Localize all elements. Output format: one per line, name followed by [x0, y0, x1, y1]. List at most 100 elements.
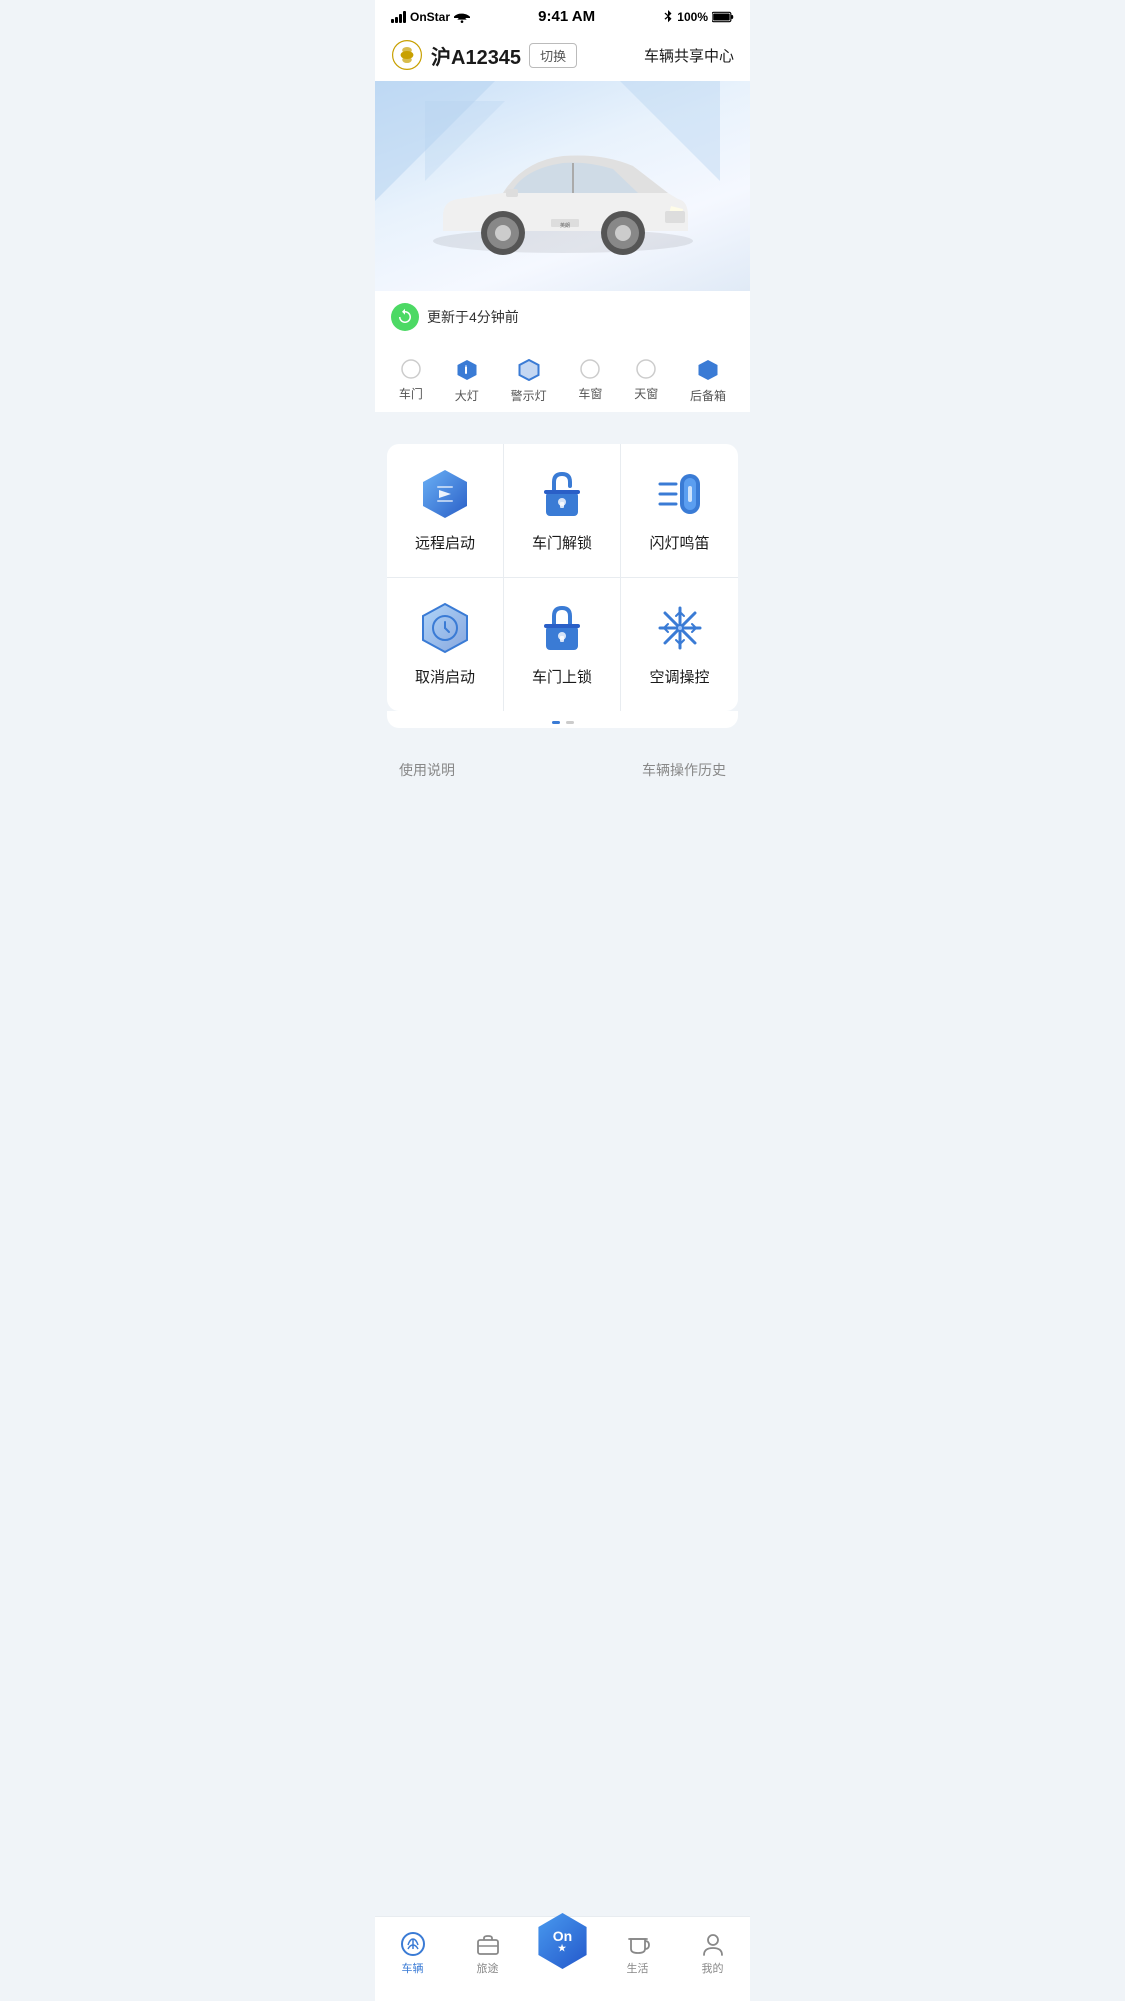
nav-item-onstar[interactable]: On ★	[525, 1913, 600, 1969]
status-indicators: 车门 大灯 警示灯 车窗	[375, 343, 750, 412]
life-nav-icon	[625, 1931, 651, 1957]
action-grid-wrapper: 远程启动 车门解锁	[375, 428, 750, 744]
nav-item-trip[interactable]: 旅途	[450, 1931, 525, 1976]
share-center-label[interactable]: 车辆共享中心	[644, 45, 734, 66]
headlight-label: 大灯	[455, 387, 479, 404]
remote-start-hex	[419, 468, 471, 520]
ac-control-icon	[654, 602, 706, 654]
refresh-icon	[396, 308, 414, 326]
lock-open-svg	[538, 468, 586, 520]
history-link[interactable]: 车辆操作历史	[642, 760, 726, 780]
action-remote-start[interactable]: 远程启动	[387, 444, 504, 578]
signal-bar-1	[391, 19, 394, 23]
action-door-unlock[interactable]: 车门解锁	[504, 444, 621, 578]
nav-item-vehicle[interactable]: 车辆	[375, 1931, 450, 1976]
action-ac-control[interactable]: 空调操控	[621, 578, 738, 711]
indicator-door[interactable]: 车门	[399, 359, 423, 404]
vehicle-nav-label: 车辆	[402, 1960, 424, 1976]
carrier-label: OnStar	[410, 10, 450, 24]
cancel-start-label: 取消启动	[415, 666, 475, 687]
spacer-1	[375, 412, 750, 428]
status-right: 100%	[663, 10, 734, 24]
status-left: OnStar	[391, 10, 470, 24]
hazard-label: 警示灯	[511, 387, 547, 404]
vehicle-icon	[400, 1931, 426, 1957]
status-time: 9:41 AM	[538, 8, 595, 25]
ac-control-label: 空调操控	[649, 666, 709, 687]
remote-start-icon	[419, 468, 471, 520]
trip-nav-icon	[475, 1931, 501, 1957]
life-nav-label: 生活	[627, 1960, 649, 1976]
pagination-dots	[387, 711, 738, 728]
snowflake-svg	[654, 602, 706, 654]
flash-svg	[654, 468, 706, 520]
door-unlock-label: 车门解锁	[532, 532, 592, 553]
car-hero-section: 英朗	[375, 81, 750, 291]
action-grid: 远程启动 车门解锁	[387, 444, 738, 711]
triangle-decoration-3	[620, 81, 720, 181]
signal-bar-2	[395, 17, 398, 23]
battery-icon	[712, 11, 734, 23]
window-label: 车窗	[578, 385, 602, 402]
svg-text:英朗: 英朗	[559, 222, 569, 229]
flash-horn-icon	[654, 468, 706, 520]
indicator-sunroof[interactable]: 天窗	[634, 359, 658, 404]
buick-logo	[391, 39, 423, 71]
hazard-indicator-icon	[518, 359, 540, 381]
bottom-nav: 车辆 旅途 On ★	[375, 1916, 750, 2001]
indicator-window[interactable]: 车窗	[578, 359, 602, 404]
headlight-indicator-icon	[456, 359, 478, 381]
bluetooth-icon	[663, 10, 673, 24]
update-text: 更新于4分钟前	[427, 307, 519, 327]
signal-bars	[391, 11, 406, 23]
indicator-headlight[interactable]: 大灯	[455, 359, 479, 404]
mine-nav-icon	[700, 1931, 726, 1957]
trunk-indicator-icon	[697, 359, 719, 381]
indicator-trunk[interactable]: 后备箱	[690, 359, 726, 404]
sunroof-indicator-icon	[636, 359, 656, 379]
door-label: 车门	[399, 385, 423, 402]
dot-inactive[interactable]	[566, 721, 574, 724]
signal-bar-4	[403, 11, 406, 23]
onstar-label: On	[553, 1929, 572, 1943]
update-bar: 更新于4分钟前	[375, 291, 750, 343]
dot-active[interactable]	[552, 721, 560, 724]
onstar-hex: On ★	[535, 1913, 591, 1969]
plate-number: 沪A12345	[431, 41, 521, 70]
action-door-lock[interactable]: 车门上锁	[504, 578, 621, 711]
nav-item-mine[interactable]: 我的	[675, 1931, 750, 1976]
door-lock-label: 车门上锁	[532, 666, 592, 687]
nav-item-life[interactable]: 生活	[600, 1931, 675, 1976]
lock-closed-svg	[538, 602, 586, 654]
door-lock-icon	[536, 602, 588, 654]
door-unlock-icon	[536, 468, 588, 520]
battery-percent: 100%	[677, 10, 708, 24]
onstar-center-container: On ★	[535, 1913, 591, 1969]
trip-icon	[475, 1931, 501, 1957]
remote-start-label: 远程启动	[415, 532, 475, 553]
triangle-decoration-2	[425, 101, 505, 181]
vehicle-nav-icon	[400, 1931, 426, 1957]
trunk-label: 后备箱	[690, 387, 726, 404]
switch-button[interactable]: 切换	[529, 43, 577, 68]
footer-links: 使用说明 车辆操作历史	[375, 744, 750, 796]
action-flash-horn[interactable]: 闪灯鸣笛	[621, 444, 738, 578]
life-icon	[625, 1931, 651, 1957]
update-icon[interactable]	[391, 303, 419, 331]
signal-bar-3	[399, 14, 402, 23]
mine-nav-label: 我的	[702, 1960, 724, 1976]
status-bar: OnStar 9:41 AM 100%	[375, 0, 750, 29]
instructions-link[interactable]: 使用说明	[399, 760, 455, 780]
action-cancel-start[interactable]: 取消启动	[387, 578, 504, 711]
onstar-brand: ★	[558, 1943, 567, 1954]
header: 沪A12345 切换 车辆共享中心	[375, 29, 750, 81]
flash-horn-label: 闪灯鸣笛	[649, 532, 709, 553]
wifi-icon	[454, 11, 470, 23]
cancel-start-icon	[419, 602, 471, 654]
trip-nav-label: 旅途	[477, 1960, 499, 1976]
sunroof-label: 天窗	[634, 385, 658, 402]
cancel-hex-svg	[419, 602, 471, 654]
indicator-hazard[interactable]: 警示灯	[511, 359, 547, 404]
door-indicator-icon	[401, 359, 421, 379]
mine-icon	[700, 1931, 726, 1957]
